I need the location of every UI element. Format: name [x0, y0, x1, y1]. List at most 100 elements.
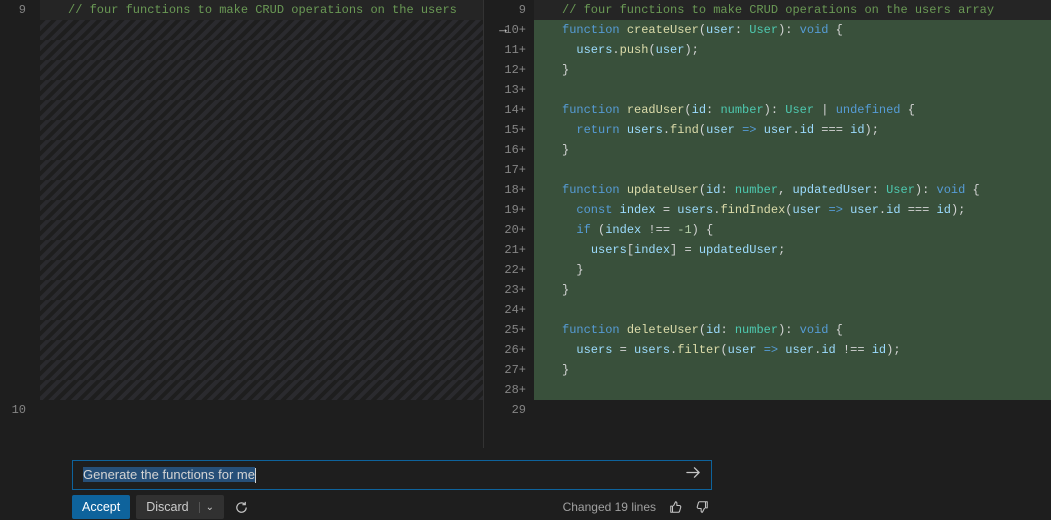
code-line[interactable]: [534, 160, 1051, 180]
prompt-input[interactable]: Generate the functions for me: [79, 465, 682, 485]
line-number: [0, 340, 26, 360]
line-number: 12+: [484, 60, 526, 80]
code-line[interactable]: [40, 180, 483, 200]
code-line[interactable]: [40, 360, 483, 380]
code-line[interactable]: function createUser(user: User): void {: [534, 20, 1051, 40]
gutter-left: 9 10: [0, 0, 40, 448]
chevron-down-icon[interactable]: ⌄: [199, 502, 214, 513]
code-line[interactable]: [40, 140, 483, 160]
accept-button[interactable]: Accept: [72, 495, 130, 519]
code-line[interactable]: [40, 60, 483, 80]
line-number: 17+: [484, 160, 526, 180]
thumbs-down-icon[interactable]: [692, 497, 712, 517]
line-number: [0, 200, 26, 220]
action-row: Accept Discard ⌄ Changed 19 lines: [72, 494, 712, 520]
prompt-selected-text: Generate the functions for me: [83, 467, 255, 482]
code-line[interactable]: // four functions to make CRUD operation…: [40, 0, 483, 20]
line-number: [0, 140, 26, 160]
line-number: 18+: [484, 180, 526, 200]
diff-view: 9 10 // four functions to make CRUD opera…: [0, 0, 1051, 448]
line-number: 24+: [484, 300, 526, 320]
changed-lines-status: Changed 19 lines: [563, 500, 656, 514]
line-number: 9: [0, 0, 26, 20]
code-line[interactable]: }: [534, 360, 1051, 380]
line-number: [0, 320, 26, 340]
discard-label: Discard: [146, 500, 188, 514]
line-number: [0, 60, 26, 80]
code-line[interactable]: return users.find(user => user.id === id…: [534, 120, 1051, 140]
code-line[interactable]: }: [534, 140, 1051, 160]
code-line[interactable]: function deleteUser(id: number): void {: [534, 320, 1051, 340]
code-line[interactable]: [40, 320, 483, 340]
code-line[interactable]: [40, 220, 483, 240]
diff-pane-right: → 910+11+12+13+14+15+16+17+18+19+20+21+2…: [484, 0, 1051, 448]
code-right[interactable]: // four functions to make CRUD operation…: [534, 0, 1051, 448]
code-line[interactable]: [40, 200, 483, 220]
line-number: [0, 240, 26, 260]
line-number: 15+: [484, 120, 526, 140]
line-number: 22+: [484, 260, 526, 280]
line-number: 26+: [484, 340, 526, 360]
code-line[interactable]: [40, 400, 483, 420]
code-line[interactable]: [534, 300, 1051, 320]
line-number: 29: [484, 400, 526, 420]
line-number: 16+: [484, 140, 526, 160]
code-line[interactable]: [40, 340, 483, 360]
code-line[interactable]: [40, 120, 483, 140]
accept-label: Accept: [82, 500, 120, 514]
line-number: [0, 40, 26, 60]
code-line[interactable]: }: [534, 60, 1051, 80]
discard-button[interactable]: Discard ⌄: [136, 495, 224, 519]
line-number: 28+: [484, 380, 526, 400]
code-line[interactable]: [40, 280, 483, 300]
code-line[interactable]: function updateUser(id: number, updatedU…: [534, 180, 1051, 200]
line-number: [0, 120, 26, 140]
code-line[interactable]: [40, 80, 483, 100]
line-number: 9: [484, 0, 526, 20]
line-number: 14+: [484, 100, 526, 120]
line-number: [0, 100, 26, 120]
line-number: 21+: [484, 240, 526, 260]
line-number: [0, 360, 26, 380]
code-line[interactable]: [40, 240, 483, 260]
code-line[interactable]: [40, 260, 483, 280]
code-line[interactable]: users.push(user);: [534, 40, 1051, 60]
code-line[interactable]: function readUser(id: number): User | un…: [534, 100, 1051, 120]
code-line[interactable]: }: [534, 280, 1051, 300]
code-line[interactable]: if (index !== -1) {: [534, 220, 1051, 240]
code-line[interactable]: [40, 300, 483, 320]
thumbs-up-icon[interactable]: [666, 497, 686, 517]
send-icon[interactable]: [682, 463, 705, 487]
line-number: [0, 280, 26, 300]
line-number: [0, 300, 26, 320]
code-line[interactable]: // four functions to make CRUD operation…: [534, 0, 1051, 20]
line-number: 10: [0, 400, 26, 420]
line-number: [0, 20, 26, 40]
code-line[interactable]: [40, 160, 483, 180]
code-line[interactable]: [40, 20, 483, 40]
code-line[interactable]: users[index] = updatedUser;: [534, 240, 1051, 260]
code-line[interactable]: [40, 40, 483, 60]
code-line[interactable]: [534, 400, 1051, 420]
code-line[interactable]: [40, 100, 483, 120]
code-line[interactable]: [534, 380, 1051, 400]
line-number: [0, 180, 26, 200]
diff-pane-left: 9 10 // four functions to make CRUD opera…: [0, 0, 484, 448]
line-number: 11+: [484, 40, 526, 60]
regenerate-icon[interactable]: [230, 495, 254, 519]
code-line[interactable]: const index = users.findIndex(user => us…: [534, 200, 1051, 220]
gutter-right: 910+11+12+13+14+15+16+17+18+19+20+21+22+…: [484, 0, 534, 448]
line-number: 23+: [484, 280, 526, 300]
line-number: [0, 80, 26, 100]
code-left[interactable]: // four functions to make CRUD operation…: [40, 0, 483, 448]
inline-chat-panel: Generate the functions for me: [72, 460, 721, 490]
text-caret: [255, 468, 256, 483]
code-line[interactable]: }: [534, 260, 1051, 280]
code-line[interactable]: [40, 380, 483, 400]
code-line[interactable]: users = users.filter(user => user.id !==…: [534, 340, 1051, 360]
line-number: 19+: [484, 200, 526, 220]
code-line[interactable]: [534, 80, 1051, 100]
line-number: [0, 380, 26, 400]
line-number: 20+: [484, 220, 526, 240]
prompt-box: Generate the functions for me: [72, 460, 712, 490]
